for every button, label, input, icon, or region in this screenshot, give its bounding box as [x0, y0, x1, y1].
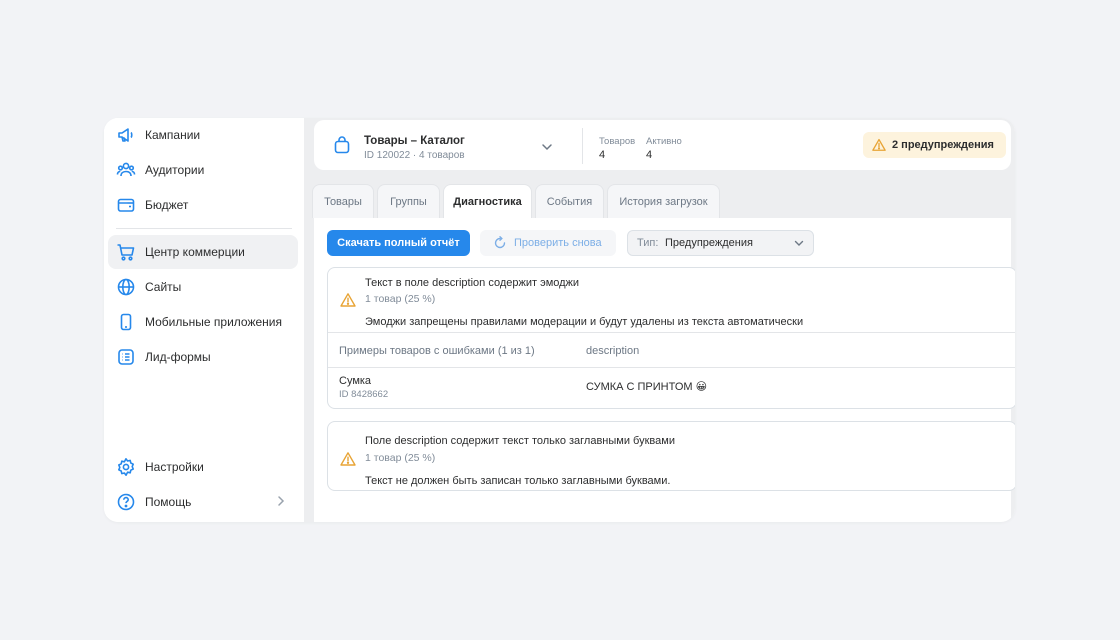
catalog-dropdown-chevron-icon[interactable]	[540, 140, 554, 154]
issue-description: Эмоджи запрещены правилами модерации и б…	[365, 316, 804, 328]
issue-count: 1 товар (25 %)	[365, 293, 436, 305]
type-select-prefix: Тип:	[637, 237, 659, 249]
field-column-header: description	[586, 345, 640, 357]
sidebar-item-audiences[interactable]: Аудитории	[108, 153, 298, 187]
catalog-selector-card: Товары – Каталог ID 120022 · 4 товаров Т…	[314, 120, 1011, 170]
catalog-title: Товары – Каталог	[364, 135, 465, 147]
sidebar-item-label: Настройки	[145, 460, 204, 474]
wallet-icon	[116, 195, 136, 215]
gear-icon	[116, 457, 136, 477]
megaphone-icon	[116, 125, 136, 145]
diagnostics-panel: Скачать полный отчёт Проверить снова Тип…	[314, 218, 1015, 522]
users-icon	[116, 160, 136, 180]
issue-title: Поле description содержит текст только з…	[365, 435, 675, 447]
warning-icon	[872, 138, 886, 152]
sidebar-item-lead-forms[interactable]: Лид-формы	[108, 340, 298, 374]
recheck-button-label: Проверить снова	[514, 237, 602, 249]
tab-diagnostics[interactable]: Диагностика	[443, 184, 532, 218]
table-row[interactable]: Сумка ID 8428662 СУМКА С ПРИНТОМ 😀	[328, 368, 1015, 408]
issue-card: Текст в поле description содержит эмоджи…	[327, 267, 1015, 409]
sidebar-divider	[116, 228, 292, 229]
phone-icon	[116, 312, 136, 332]
sidebar-item-sites[interactable]: Сайты	[108, 270, 298, 304]
sidebar-item-label: Центр коммерции	[145, 245, 245, 259]
sidebar-item-help[interactable]: Помощь	[108, 485, 298, 519]
warnings-badge-label: 2 предупреждения	[892, 139, 994, 151]
cart-icon	[116, 242, 136, 262]
sidebar-item-mobile-apps[interactable]: Мобильные приложения	[108, 305, 298, 339]
warnings-badge[interactable]: 2 предупреждения	[863, 132, 1006, 158]
sidebar-item-label: Лид-формы	[145, 350, 211, 364]
product-id: ID 8428662	[339, 389, 389, 400]
type-select[interactable]: Тип: Предупреждения	[627, 230, 814, 256]
sidebar-item-label: Кампании	[145, 128, 201, 142]
stat-value-products: 4	[599, 149, 606, 161]
tab-groups[interactable]: Группы	[377, 184, 440, 218]
issue-title: Текст в поле description содержит эмоджи	[365, 277, 580, 289]
sidebar-item-label: Мобильные приложения	[145, 315, 282, 329]
download-report-button[interactable]: Скачать полный отчёт	[327, 230, 470, 256]
sidebar-item-label: Аудитории	[145, 163, 205, 177]
product-name: Сумка	[339, 375, 372, 387]
chevron-down-icon	[793, 237, 805, 249]
sidebar-item-label: Бюджет	[145, 198, 189, 212]
issue-card: Поле description содержит текст только з…	[327, 421, 1015, 491]
issue-description: Текст не должен быть записан только загл…	[365, 475, 671, 487]
app-window: Кампании Аудитории Бюджет Центр коммерци…	[104, 118, 1015, 522]
form-icon	[116, 347, 136, 367]
main-area: Товары – Каталог ID 120022 · 4 товаров Т…	[304, 118, 1015, 522]
stat-value-active: 4	[646, 149, 653, 161]
product-field-value: СУМКА С ПРИНТОМ 😀	[586, 381, 708, 393]
catalog-subtitle: ID 120022 · 4 товаров	[364, 150, 465, 161]
tab-events[interactable]: События	[535, 184, 604, 218]
tab-upload-history[interactable]: История загрузок	[607, 184, 720, 218]
sidebar: Кампании Аудитории Бюджет Центр коммерци…	[104, 118, 304, 522]
chevron-right-icon	[274, 494, 288, 508]
stat-label-active: Активно	[646, 136, 682, 147]
sidebar-item-label: Сайты	[145, 280, 182, 294]
sidebar-item-budget[interactable]: Бюджет	[108, 188, 298, 222]
shopping-bag-icon	[332, 135, 352, 155]
warning-icon	[340, 451, 356, 467]
sidebar-item-settings[interactable]: Настройки	[108, 450, 298, 484]
globe-icon	[116, 277, 136, 297]
sidebar-item-commerce[interactable]: Центр коммерции	[108, 235, 298, 269]
catalog-divider	[582, 128, 583, 164]
refresh-icon	[493, 236, 507, 250]
help-icon	[116, 492, 136, 512]
stat-label-products: Товаров	[599, 136, 636, 147]
sidebar-item-campaigns[interactable]: Кампании	[108, 118, 298, 152]
type-select-value: Предупреждения	[665, 237, 753, 249]
recheck-button[interactable]: Проверить снова	[480, 230, 616, 256]
examples-table-header: Примеры товаров с ошибками (1 из 1) desc…	[328, 332, 1015, 368]
issue-count: 1 товар (25 %)	[365, 452, 436, 464]
tab-products[interactable]: Товары	[312, 184, 374, 218]
warning-icon	[340, 292, 356, 308]
examples-column-header: Примеры товаров с ошибками (1 из 1)	[339, 345, 535, 357]
sidebar-item-label: Помощь	[145, 495, 192, 509]
